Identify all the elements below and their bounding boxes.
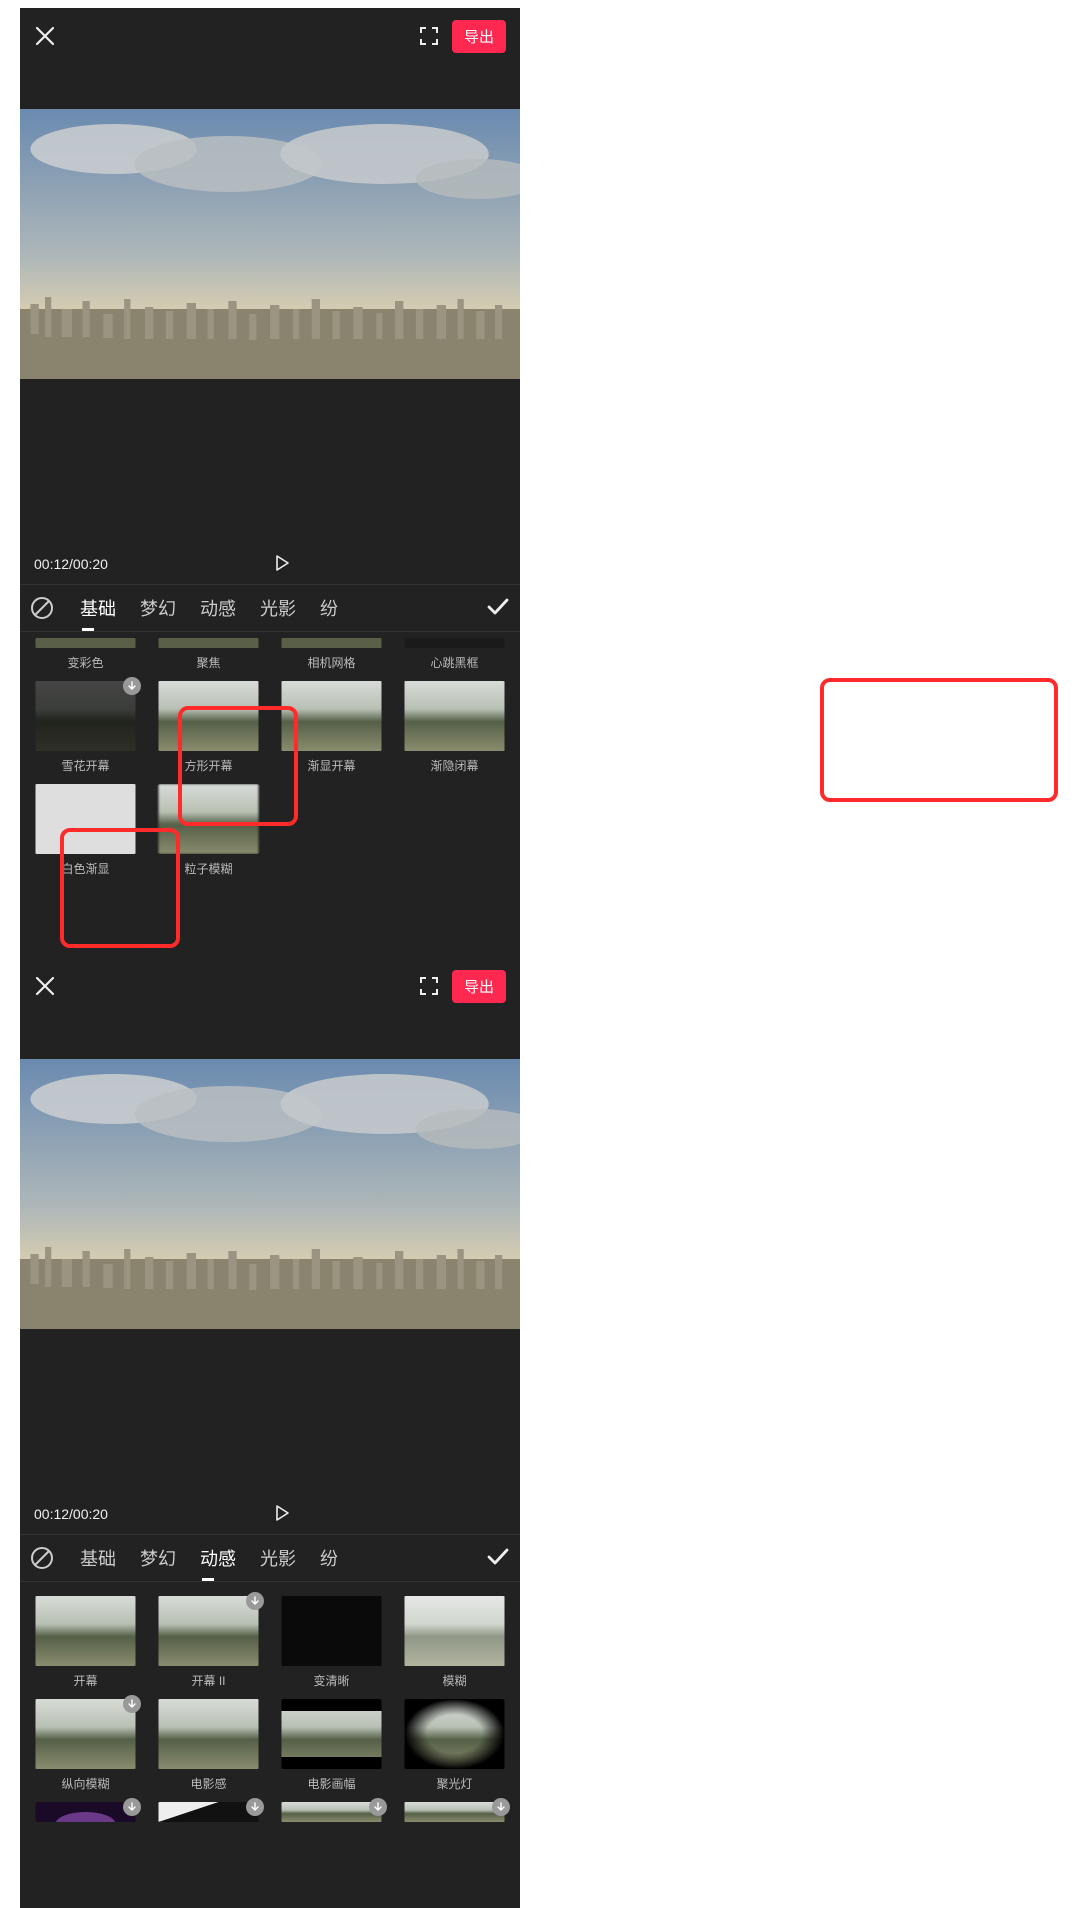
phone-left: 导出 (20, 8, 520, 958)
topbar: 导出 (20, 958, 520, 1014)
play-icon[interactable] (273, 1504, 291, 1525)
effect-label: 电影感 (157, 1775, 260, 1792)
effect-item[interactable]: 方形开幕 (157, 681, 260, 774)
topbar: 导出 (20, 8, 520, 64)
play-bar: 00:12/00:20 (20, 544, 520, 584)
fullscreen-icon[interactable] (418, 975, 440, 997)
effect-label: 模糊 (403, 1672, 506, 1689)
download-icon (123, 677, 141, 695)
effect-label: 白色渐显 (34, 860, 137, 877)
tab-light[interactable]: 光影 (260, 1545, 296, 1571)
effect-label: 相机网格 (280, 654, 383, 671)
effect-item[interactable]: 相机网格 (280, 638, 383, 671)
effect-item[interactable]: 开幕 II (157, 1596, 260, 1689)
phone-right: 导出 (20, 958, 520, 1908)
tab-dynamic[interactable]: 动感 (200, 595, 236, 621)
effect-label: 变彩色 (34, 654, 137, 671)
effect-item[interactable]: 渐显开幕 (280, 681, 383, 774)
download-icon (492, 1798, 510, 1816)
none-icon[interactable] (28, 594, 56, 622)
effect-grid-right: 开幕 开幕 II 变清晰 模糊 纵向模糊 电影感 电影画幅 (20, 1582, 520, 1828)
highlight-box (820, 678, 1058, 802)
video-preview[interactable] (20, 64, 520, 424)
confirm-icon[interactable] (484, 1542, 512, 1575)
tab-dynamic[interactable]: 动感 (200, 1545, 236, 1571)
tab-dream[interactable]: 梦幻 (140, 1545, 176, 1571)
download-icon (246, 1798, 264, 1816)
effect-item[interactable]: 纵向模糊 (34, 1699, 137, 1792)
effect-label: 渐显开幕 (280, 757, 383, 774)
effect-item[interactable]: 变彩色 (34, 638, 137, 671)
effect-item[interactable] (403, 1802, 506, 1822)
effect-label: 聚光灯 (403, 1775, 506, 1792)
effect-item[interactable]: 开幕 (34, 1596, 137, 1689)
fullscreen-icon[interactable] (418, 25, 440, 47)
effect-item[interactable]: 电影画幅 (280, 1699, 383, 1792)
confirm-icon[interactable] (484, 592, 512, 625)
tab-basic[interactable]: 基础 (80, 595, 116, 621)
effect-label: 开幕 II (157, 1672, 260, 1689)
tab-basic[interactable]: 基础 (80, 1545, 116, 1571)
effect-label: 雪花开幕 (34, 757, 137, 774)
download-icon (246, 1592, 264, 1610)
effect-label: 变清晰 (280, 1672, 383, 1689)
effect-label: 心跳黑框 (403, 654, 506, 671)
effect-label: 粒子模糊 (157, 860, 260, 877)
effect-item[interactable]: 聚光灯 (403, 1699, 506, 1792)
effect-item[interactable]: 电影感 (157, 1699, 260, 1792)
download-icon (123, 1695, 141, 1713)
category-tabs: 基础 梦幻 动感 光影 纷 (20, 584, 520, 632)
effect-item[interactable]: 雪花开幕 (34, 681, 137, 774)
none-icon[interactable] (28, 1544, 56, 1572)
close-icon[interactable] (34, 975, 56, 997)
time-label: 00:12/00:20 (34, 1506, 108, 1522)
effect-item[interactable]: 渐隐闭幕 (403, 681, 506, 774)
effect-item[interactable]: 粒子模糊 (157, 784, 260, 877)
tab-dream[interactable]: 梦幻 (140, 595, 176, 621)
export-button[interactable]: 导出 (452, 970, 506, 1003)
effect-item[interactable] (280, 1802, 383, 1822)
download-icon (123, 1798, 141, 1816)
download-icon (369, 1798, 387, 1816)
time-label: 00:12/00:20 (34, 556, 108, 572)
tab-more[interactable]: 纷 (320, 595, 338, 621)
effect-grid-left: 变彩色 聚焦 相机网格 心跳黑框 雪花开幕 方形开幕 渐显开幕 (20, 632, 520, 883)
tab-light[interactable]: 光影 (260, 595, 296, 621)
effect-label: 渐隐闭幕 (403, 757, 506, 774)
effect-label: 开幕 (34, 1672, 137, 1689)
category-tabs: 基础 梦幻 动感 光影 纷 (20, 1534, 520, 1582)
effect-label: 聚焦 (157, 654, 260, 671)
play-bar: 00:12/00:20 (20, 1494, 520, 1534)
video-preview[interactable] (20, 1014, 520, 1374)
effect-item[interactable] (34, 1802, 137, 1822)
effect-item[interactable]: 白色渐显 (34, 784, 137, 877)
effect-item[interactable]: 聚焦 (157, 638, 260, 671)
export-button[interactable]: 导出 (452, 20, 506, 53)
effect-label: 纵向模糊 (34, 1775, 137, 1792)
effect-label: 方形开幕 (157, 757, 260, 774)
play-icon[interactable] (273, 554, 291, 575)
effect-item[interactable]: 变清晰 (280, 1596, 383, 1689)
tab-more[interactable]: 纷 (320, 1545, 338, 1571)
effect-item[interactable]: 心跳黑框 (403, 638, 506, 671)
effect-item[interactable] (157, 1802, 260, 1822)
effect-item[interactable]: 模糊 (403, 1596, 506, 1689)
close-icon[interactable] (34, 25, 56, 47)
effect-label: 电影画幅 (280, 1775, 383, 1792)
